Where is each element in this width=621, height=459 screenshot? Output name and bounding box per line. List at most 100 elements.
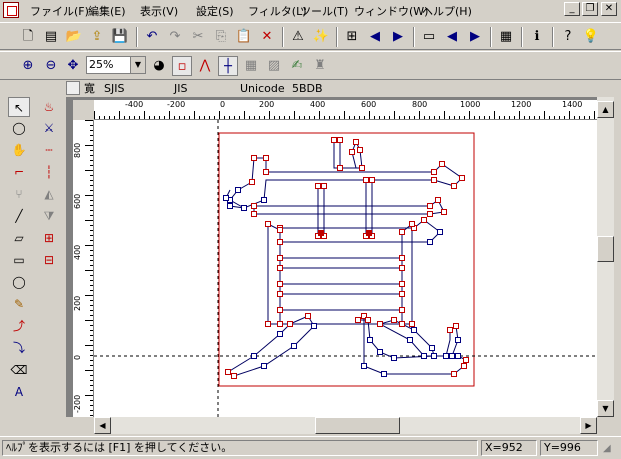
control-point[interactable] bbox=[261, 197, 267, 203]
control-point[interactable] bbox=[249, 179, 255, 185]
control-point[interactable] bbox=[409, 321, 415, 327]
restore-button[interactable]: ❐ bbox=[582, 2, 598, 16]
selected-control-point[interactable] bbox=[366, 230, 372, 236]
horizontal-scroll-thumb[interactable] bbox=[315, 417, 400, 434]
control-point[interactable] bbox=[427, 239, 433, 245]
control-point[interactable] bbox=[321, 183, 327, 189]
hand-icon[interactable]: ✋ bbox=[8, 140, 30, 160]
control-point[interactable] bbox=[391, 317, 397, 323]
control-point[interactable] bbox=[337, 165, 343, 171]
control-point[interactable] bbox=[399, 281, 405, 287]
vertical-guide-icon[interactable]: ┆ bbox=[38, 162, 60, 182]
tips-icon[interactable]: 💡 bbox=[581, 27, 601, 47]
menu-edit[interactable]: 編集(E) bbox=[88, 3, 126, 19]
control-point[interactable] bbox=[369, 177, 375, 183]
cut-icon[interactable]: ✂ bbox=[188, 27, 208, 47]
fit-horizontal-icon[interactable]: ⊞ bbox=[38, 228, 60, 248]
control-point[interactable] bbox=[277, 239, 283, 245]
control-point[interactable] bbox=[451, 371, 457, 377]
flip-vertical-icon[interactable]: ⧩ bbox=[38, 206, 60, 226]
line-icon[interactable]: ╱ bbox=[8, 206, 30, 226]
select-arrow-icon[interactable]: ↖ bbox=[8, 97, 30, 117]
show-direction-icon[interactable]: ⋀ bbox=[195, 56, 215, 76]
control-point[interactable] bbox=[399, 229, 405, 235]
control-point[interactable] bbox=[349, 149, 355, 155]
control-point[interactable] bbox=[287, 321, 293, 327]
flip-horizontal-icon[interactable]: ◭ bbox=[38, 184, 60, 204]
show-points-icon[interactable]: ▫ bbox=[172, 56, 192, 76]
new-glyph-icon[interactable]: ▤ bbox=[41, 27, 61, 47]
control-point[interactable] bbox=[277, 281, 283, 287]
selected-control-point[interactable] bbox=[318, 230, 324, 236]
control-point[interactable] bbox=[461, 363, 467, 369]
control-point[interactable] bbox=[353, 139, 359, 145]
info-icon[interactable]: ℹ bbox=[527, 27, 547, 47]
control-point[interactable] bbox=[399, 255, 405, 261]
control-point[interactable] bbox=[399, 321, 405, 327]
fit-vertical-icon[interactable]: ⊟ bbox=[38, 250, 60, 270]
curve-point-icon[interactable]: ⤵ bbox=[8, 338, 30, 358]
control-point[interactable] bbox=[251, 211, 257, 217]
menu-help[interactable]: ヘルプ(H) bbox=[422, 3, 472, 19]
previous-glyph-icon[interactable]: ◀ bbox=[365, 27, 385, 47]
control-point[interactable] bbox=[421, 353, 427, 359]
horizontal-scrollbar[interactable]: ◀ ▶ bbox=[94, 417, 597, 434]
control-point[interactable] bbox=[225, 369, 231, 375]
control-point[interactable] bbox=[391, 355, 397, 361]
vertical-scroll-thumb[interactable] bbox=[597, 236, 614, 262]
branch-point-icon[interactable]: ⑂ bbox=[8, 184, 30, 204]
chevron-down-icon[interactable]: ▼ bbox=[130, 57, 145, 73]
scroll-up-icon[interactable]: ▲ bbox=[597, 101, 614, 118]
close-button[interactable]: ✕ bbox=[601, 2, 617, 16]
control-point[interactable] bbox=[449, 353, 455, 359]
control-point[interactable] bbox=[261, 363, 267, 369]
save-icon[interactable]: 💾 bbox=[110, 27, 130, 47]
control-point[interactable] bbox=[277, 291, 283, 297]
char-table-icon[interactable] bbox=[66, 81, 80, 95]
control-point[interactable] bbox=[447, 327, 453, 333]
paste-icon[interactable]: 📋 bbox=[234, 27, 254, 47]
open-folder-icon[interactable]: 📂 bbox=[64, 27, 84, 47]
control-point[interactable] bbox=[251, 353, 257, 359]
polygon-icon[interactable]: ▱ bbox=[8, 228, 30, 248]
show-guides-icon[interactable]: ┼ bbox=[218, 56, 238, 76]
control-point[interactable] bbox=[441, 209, 447, 215]
control-point[interactable] bbox=[377, 321, 383, 327]
control-point[interactable] bbox=[399, 307, 405, 313]
control-point[interactable] bbox=[427, 203, 433, 209]
control-point[interactable] bbox=[311, 323, 317, 329]
open-recent-icon[interactable]: ⇪ bbox=[87, 27, 107, 47]
control-point[interactable] bbox=[429, 345, 435, 351]
control-point[interactable] bbox=[439, 161, 445, 167]
control-point[interactable] bbox=[453, 323, 459, 329]
horizontal-guide-icon[interactable]: ┄ bbox=[38, 140, 60, 160]
scroll-left-icon[interactable]: ◀ bbox=[94, 417, 111, 434]
glyph-window-icon[interactable]: ⊞ bbox=[342, 27, 362, 47]
reference-glyph-icon[interactable]: ✍ bbox=[287, 56, 307, 76]
context-help-icon[interactable]: ? bbox=[558, 27, 578, 47]
control-point[interactable] bbox=[381, 371, 387, 377]
control-point[interactable] bbox=[421, 217, 427, 223]
control-point[interactable] bbox=[359, 165, 365, 171]
undo-icon[interactable]: ↶ bbox=[142, 27, 162, 47]
control-point[interactable] bbox=[455, 337, 461, 343]
control-point[interactable] bbox=[291, 343, 297, 349]
ellipse-icon[interactable]: ◯ bbox=[8, 272, 30, 292]
glyph-outline-svg[interactable] bbox=[94, 120, 597, 417]
control-point[interactable] bbox=[431, 177, 437, 183]
add-point-icon[interactable]: ⤴ bbox=[8, 316, 30, 336]
control-point[interactable] bbox=[463, 357, 469, 363]
control-point[interactable] bbox=[305, 313, 311, 319]
control-point[interactable] bbox=[227, 203, 233, 209]
pencil-icon[interactable]: ✎ bbox=[8, 294, 30, 314]
control-point[interactable] bbox=[263, 169, 269, 175]
control-point[interactable] bbox=[357, 147, 363, 153]
text-tool-icon[interactable]: A bbox=[8, 382, 30, 402]
control-point[interactable] bbox=[241, 205, 247, 211]
control-point[interactable] bbox=[251, 155, 257, 161]
control-point[interactable] bbox=[315, 183, 321, 189]
grid-table-icon[interactable]: ▦ bbox=[496, 27, 516, 47]
control-point[interactable] bbox=[459, 175, 465, 181]
code-window-icon[interactable]: ▭ bbox=[419, 27, 439, 47]
control-point[interactable] bbox=[409, 221, 415, 227]
